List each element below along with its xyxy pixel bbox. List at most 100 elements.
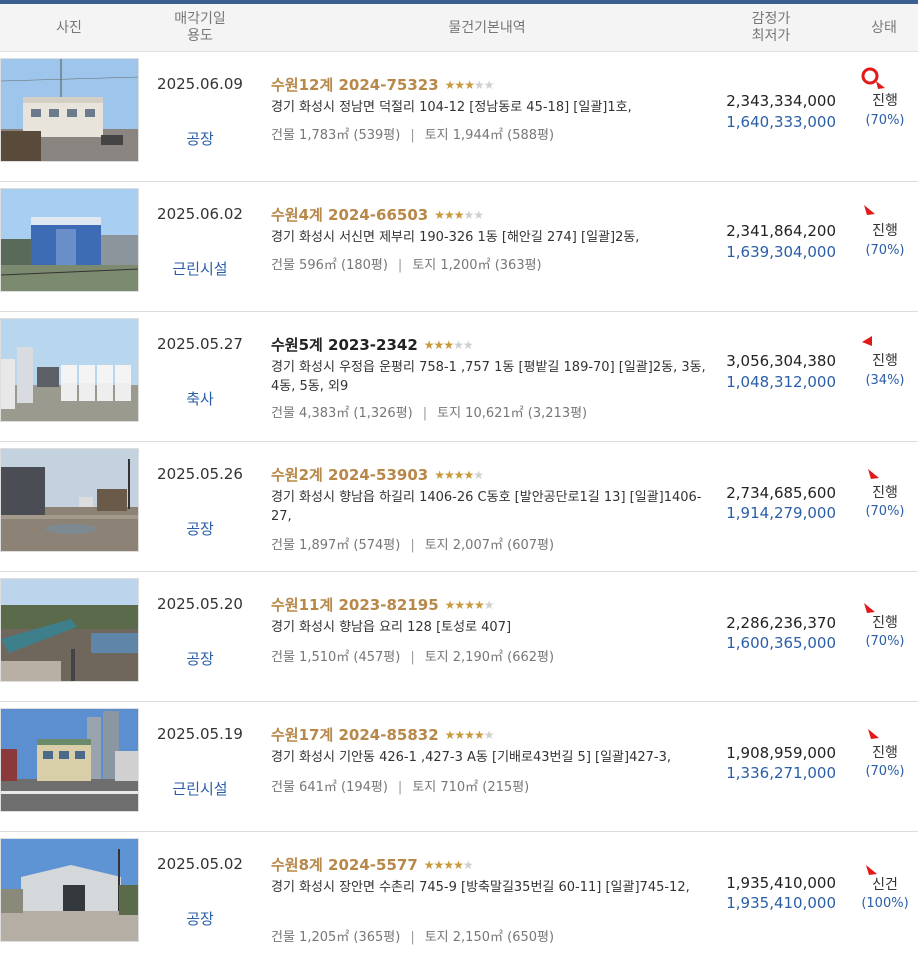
table-row[interactable]: 2025.06.09 공장 수원12계 2024-75323 ★★★★★ 경기 …	[0, 52, 918, 182]
appraisal-price: 2,341,864,200	[726, 222, 836, 240]
star-filled-icon: ★	[443, 207, 455, 222]
star-filled-icon: ★	[453, 207, 465, 222]
property-address: 경기 화성시 정남면 덕절리 104-12 [정남동로 45-18] [일괄]1…	[271, 100, 632, 115]
star-filled-icon: ★	[464, 727, 475, 742]
red-arrow-marker-icon	[868, 469, 879, 479]
star-filled-icon: ★	[434, 467, 445, 482]
sale-date: 2025.05.19	[157, 725, 243, 743]
case-number[interactable]: 수원12계 2024-75323 ★★★★★	[271, 74, 495, 95]
rating-stars: ★★★★★	[444, 727, 495, 742]
table-row[interactable]: 2025.05.27 축사 수원5계 2023-2342 ★★★★★ 경기 화성…	[0, 312, 918, 442]
case-number-text[interactable]: 수원12계 2024-75323	[271, 74, 439, 95]
property-photo-image	[1, 319, 138, 421]
header-date-label: 매각기일	[174, 11, 226, 27]
building-area: 건물 1,897㎡ (574평)	[271, 538, 401, 553]
case-number[interactable]: 수원11계 2023-82195 ★★★★★	[271, 594, 495, 615]
status-text: 진행	[872, 615, 898, 631]
table-row[interactable]: 2025.06.02 근린시설 수원4계 2024-66503 ★★★★★ 경기…	[0, 182, 918, 312]
area-info: 건물 1,897㎡ (574평) | 토지 2,007㎡ (607평)	[271, 534, 554, 553]
header-photo: 사진	[0, 4, 138, 52]
status-text: 진행	[872, 485, 898, 501]
red-circle-marker-icon	[861, 67, 885, 89]
sale-date: 2025.05.20	[157, 595, 243, 613]
table-row[interactable]: 2025.05.26 공장 수원2계 2024-53903 ★★★★★ 경기 화…	[0, 442, 918, 572]
case-number-text[interactable]: 수원17계 2024-85832	[271, 724, 439, 745]
case-number-text[interactable]: 수원5계 2023-2342	[271, 334, 418, 355]
property-address: 경기 화성시 향남읍 하길리 1406-26 C동호 [발안공단로1길 13] …	[271, 490, 702, 524]
red-arrow-marker-icon	[864, 205, 875, 215]
rating-stars: ★★★★★	[434, 207, 484, 222]
property-photo[interactable]	[0, 708, 139, 812]
case-number[interactable]: 수원4계 2024-66503 ★★★★★	[271, 204, 484, 225]
star-filled-icon: ★	[433, 857, 445, 872]
land-area: 토지 2,190㎡ (662평)	[424, 650, 555, 665]
property-photo[interactable]	[0, 578, 139, 682]
red-arrow-marker-icon	[862, 336, 872, 346]
land-area: 토지 2,150㎡ (650평)	[424, 930, 555, 945]
rating-stars: ★★★★★	[445, 77, 495, 92]
star-empty-icon: ★	[462, 857, 474, 872]
rating-stars: ★★★★★	[445, 597, 495, 612]
building-area: 건물 596㎡ (180평)	[271, 258, 388, 273]
star-filled-icon: ★	[473, 597, 485, 612]
property-address: 경기 화성시 장안면 수촌리 745-9 [방축말길35번길 60-11] [일…	[271, 880, 690, 895]
appraisal-price: 1,908,959,000	[726, 744, 836, 762]
status-percent: (70%)	[865, 764, 905, 779]
minimum-price: 1,935,410,000	[726, 894, 836, 912]
star-filled-icon: ★	[453, 857, 464, 872]
area-info: 건물 641㎡ (194평) | 토지 710㎡ (215평)	[271, 776, 529, 795]
case-number[interactable]: 수원17계 2024-85832 ★★★★★	[271, 724, 495, 745]
property-photo[interactable]	[0, 188, 139, 292]
case-number-text[interactable]: 수원4계 2024-66503	[271, 204, 428, 225]
case-number-text[interactable]: 수원2계 2024-53903	[271, 464, 428, 485]
case-number-text[interactable]: 수원8계 2024-5577	[271, 854, 418, 875]
case-number[interactable]: 수원8계 2024-5577 ★★★★★	[271, 854, 474, 875]
table-row[interactable]: 2025.05.19 근린시설 수원17계 2024-85832 ★★★★★ 경…	[0, 702, 918, 832]
separator: |	[422, 406, 428, 421]
appraisal-price: 2,286,236,370	[726, 614, 836, 632]
status-percent: (70%)	[865, 113, 905, 128]
property-address: 경기 화성시 향남읍 요리 128 [토성로 407]	[271, 620, 512, 635]
status-percent: (70%)	[865, 634, 905, 649]
star-filled-icon: ★	[463, 467, 475, 482]
status-text: 진행	[872, 353, 898, 369]
star-empty-icon: ★	[462, 337, 474, 352]
table-row[interactable]: 2025.05.02 공장 수원8계 2024-5577 ★★★★★ 경기 화성…	[0, 832, 918, 955]
star-filled-icon: ★	[453, 467, 465, 482]
status-percent: (34%)	[865, 373, 905, 388]
land-area: 토지 10,621㎡ (3,213평)	[437, 406, 588, 421]
star-empty-icon: ★	[473, 467, 484, 482]
land-area: 토지 2,007㎡ (607평)	[424, 538, 555, 553]
header-status: 상태	[846, 4, 918, 52]
table-row[interactable]: 2025.05.20 공장 수원11계 2023-82195 ★★★★★ 경기 …	[0, 572, 918, 702]
sale-date: 2025.05.26	[157, 465, 243, 483]
rating-stars: ★★★★★	[424, 337, 474, 352]
header-price: 감정가 최저가	[712, 4, 830, 52]
property-use: 축사	[186, 390, 214, 408]
status-text: 진행	[872, 745, 898, 761]
status-text: 진행	[872, 93, 898, 109]
header-date-use: 매각기일 용도	[142, 4, 258, 52]
property-use: 공장	[186, 650, 214, 668]
case-number[interactable]: 수원2계 2024-53903 ★★★★★	[271, 464, 484, 485]
case-number[interactable]: 수원5계 2023-2342 ★★★★★	[271, 334, 474, 355]
star-empty-icon: ★	[483, 727, 495, 742]
property-use: 근린시설	[172, 260, 228, 278]
property-photo[interactable]	[0, 448, 139, 552]
star-filled-icon: ★	[454, 727, 465, 742]
star-filled-icon: ★	[473, 727, 485, 742]
case-number-text[interactable]: 수원11계 2023-82195	[271, 594, 439, 615]
separator: |	[397, 780, 403, 795]
property-photo[interactable]	[0, 838, 139, 942]
star-empty-icon: ★	[483, 77, 495, 92]
property-photo[interactable]	[0, 58, 139, 162]
appraisal-price: 1,935,410,000	[726, 874, 836, 892]
star-filled-icon: ★	[444, 727, 456, 742]
star-empty-icon: ★	[453, 337, 464, 352]
star-filled-icon: ★	[443, 467, 455, 482]
separator: |	[410, 650, 415, 665]
header-photo-label: 사진	[56, 19, 82, 36]
property-use: 공장	[186, 520, 214, 538]
land-area: 토지 710㎡ (215평)	[412, 780, 530, 795]
property-photo[interactable]	[0, 318, 139, 422]
